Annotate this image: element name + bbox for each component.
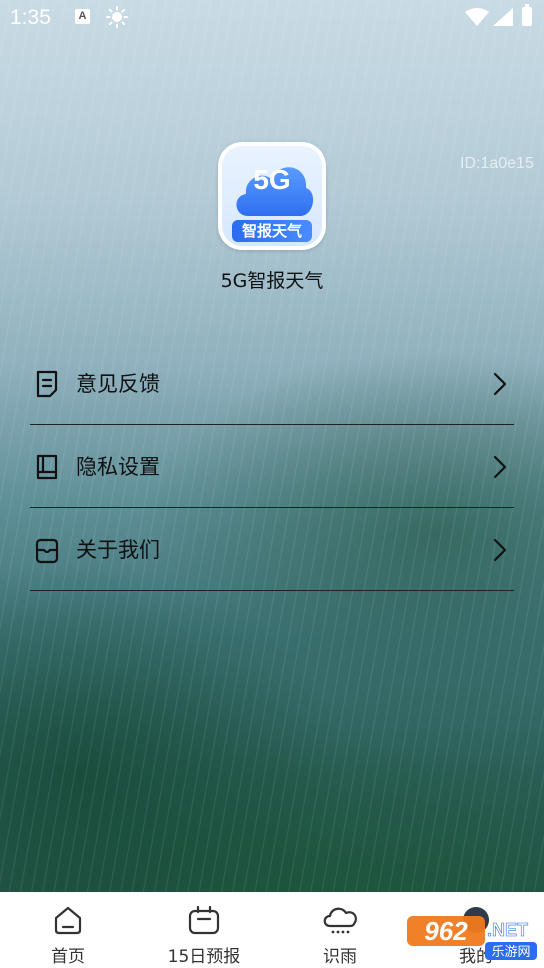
status-bar: 1:35 A bbox=[0, 0, 544, 36]
nav-tab-label: 首页 bbox=[51, 947, 85, 967]
nav-tab-forecast[interactable]: 15日预报 bbox=[136, 892, 272, 968]
status-time: 1:35 bbox=[10, 6, 51, 29]
signal-icon bbox=[493, 8, 513, 26]
svg-text:962: 962 bbox=[424, 916, 468, 946]
chevron-right-icon bbox=[493, 372, 507, 396]
nav-tab-rain[interactable]: 识雨 bbox=[272, 892, 408, 968]
rain-cloud-icon bbox=[323, 907, 357, 934]
menu-item-feedback[interactable]: 意见反馈 bbox=[30, 342, 514, 425]
nav-tab-home[interactable]: 首页 bbox=[0, 892, 136, 968]
menu-item-label: 意见反馈 bbox=[76, 372, 160, 396]
wifi-icon bbox=[465, 8, 489, 26]
svg-text:.NET: .NET bbox=[487, 920, 528, 940]
feedback-document-icon bbox=[36, 370, 58, 398]
app-name: 5G智报天气 bbox=[220, 270, 324, 292]
logo-5g-text: 5G bbox=[253, 164, 291, 195]
notification-a-icon: A bbox=[75, 9, 90, 24]
svg-text:乐游网: 乐游网 bbox=[491, 945, 530, 960]
menu-item-about[interactable]: 关于我们 bbox=[30, 508, 514, 591]
menu-item-label: 隐私设置 bbox=[76, 455, 160, 479]
menu-item-privacy[interactable]: 隐私设置 bbox=[30, 425, 514, 508]
brightness-sun-icon bbox=[106, 6, 128, 28]
nav-tab-label: 15日预报 bbox=[167, 947, 241, 967]
about-box-icon bbox=[35, 538, 59, 564]
battery-icon bbox=[522, 4, 532, 26]
home-icon bbox=[54, 906, 82, 935]
privacy-book-icon bbox=[36, 454, 58, 480]
menu-item-label: 关于我们 bbox=[76, 538, 160, 562]
chevron-right-icon bbox=[493, 455, 507, 479]
nav-tab-label: 识雨 bbox=[323, 947, 357, 967]
chevron-right-icon bbox=[493, 538, 507, 562]
calendar-icon bbox=[188, 905, 220, 935]
app-id-text: ID:1a0e15 bbox=[460, 155, 534, 172]
watermark-962-logo: 962 .NET 乐游网 bbox=[407, 916, 537, 960]
app-logo: 5G 智报天气 bbox=[218, 142, 326, 250]
logo-ribbon-text: 智报天气 bbox=[232, 220, 312, 242]
settings-menu: 意见反馈 隐私设置 关于我们 bbox=[30, 342, 514, 591]
